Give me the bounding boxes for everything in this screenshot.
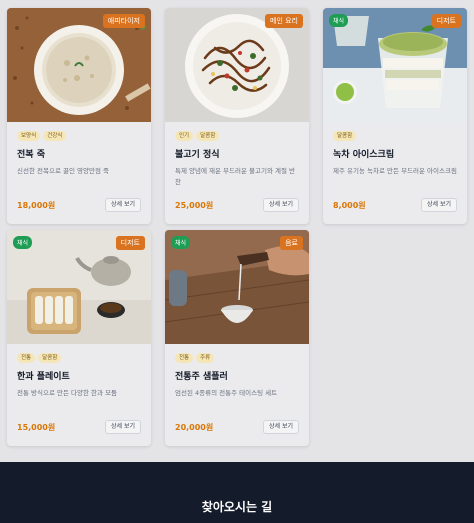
category-badge: 음료: [280, 236, 303, 250]
menu-item-photo: 채식 디저트: [323, 8, 467, 122]
category-badge: 애피타이저: [102, 14, 145, 28]
menu-item-price: 18,000원: [17, 201, 56, 210]
tag: 건강식: [43, 131, 67, 141]
menu-card: 채식 디저트 달콤함 녹차 아이스크림 제주 유기농 녹차로 만든 부드러운 아…: [323, 8, 467, 224]
tag-list: 전통 주류: [175, 353, 299, 363]
tag: 인기: [175, 131, 194, 141]
vegetarian-badge: 채식: [171, 236, 191, 249]
tag: 달콤함: [196, 131, 220, 141]
tag: 전통: [17, 353, 36, 363]
menu-item-title: 전통주 샘플러: [175, 372, 228, 382]
menu-card: 채식 디저트 전통 달콤함 한과 플레이트 전통 방식으로 만든 다양한 한과 …: [7, 230, 151, 446]
menu-item-photo: 메인 요리: [165, 8, 309, 122]
menu-item-price: 15,000원: [17, 423, 56, 432]
menu-card: 애피타이저 보양식 건강식 전복 죽 신선한 전복으로 끓인 영양만점 죽 18…: [7, 8, 151, 224]
tag: 보양식: [17, 131, 41, 141]
detail-button[interactable]: 상세 보기: [105, 420, 141, 434]
vegetarian-badge: 채식: [329, 14, 349, 27]
menu-card-body: 달콤함 녹차 아이스크림 제주 유기농 녹차로 만든 부드러운 아이스크림 8,…: [323, 122, 467, 224]
menu-item-title: 불고기 정식: [175, 150, 220, 160]
menu-item-price: 25,000원: [175, 201, 214, 210]
detail-button[interactable]: 상세 보기: [105, 198, 141, 212]
menu-item-title: 한과 플레이트: [17, 372, 70, 382]
tag-list: 인기 달콤함: [175, 131, 299, 141]
detail-button[interactable]: 상세 보기: [263, 420, 299, 434]
category-badge: 메인 요리: [265, 14, 303, 28]
directions-section: 찾아오시는 길: [0, 462, 474, 523]
tag-list: 달콤함: [333, 131, 457, 141]
menu-item-description: 신선한 전복으로 끓인 영양만점 죽: [17, 167, 109, 175]
menu-item-photo: 채식 음료: [165, 230, 309, 344]
directions-title: 찾아오시는 길: [201, 500, 273, 514]
tag: 주류: [196, 353, 215, 363]
category-badge: 디저트: [115, 236, 145, 250]
detail-button[interactable]: 상세 보기: [421, 198, 457, 212]
menu-card-body: 보양식 건강식 전복 죽 신선한 전복으로 끓인 영양만점 죽 18,000원 …: [7, 122, 151, 224]
menu-item-price: 20,000원: [175, 423, 214, 432]
menu-item-price: 8,000원: [333, 201, 366, 210]
tag-list: 보양식 건강식: [17, 131, 141, 141]
menu-item-title: 녹차 아이스크림: [333, 150, 395, 160]
menu-item-description: 전통 방식으로 만든 다양한 한과 모둠: [17, 389, 118, 397]
tag: 달콤함: [333, 131, 357, 141]
menu-item-description: 제주 유기농 녹차로 만든 부드러운 아이스크림: [333, 167, 457, 175]
menu-item-description: 특제 양념에 재운 부드러운 불고기와 계절 반찬: [175, 167, 296, 186]
category-badge: 디저트: [431, 14, 461, 28]
tag-list: 전통 달콤함: [17, 353, 141, 363]
menu-card-body: 인기 달콤함 불고기 정식 특제 양념에 재운 부드러운 불고기와 계절 반찬 …: [165, 122, 309, 224]
tag: 달콤함: [38, 353, 62, 363]
menu-card-body: 전통 달콤함 한과 플레이트 전통 방식으로 만든 다양한 한과 모둠 15,0…: [7, 344, 151, 446]
menu-card: 메인 요리 인기 달콤함 불고기 정식 특제 양념에 재운 부드러운 불고기와 …: [165, 8, 309, 224]
menu-card-body: 전통 주류 전통주 샘플러 엄선된 4종류의 전통주 테이스팅 세트 20,00…: [165, 344, 309, 446]
menu-item-description: 엄선된 4종류의 전통주 테이스팅 세트: [175, 389, 278, 397]
tag: 전통: [175, 353, 194, 363]
menu-item-photo: 채식 디저트: [7, 230, 151, 344]
menu-item-photo: 애피타이저: [7, 8, 151, 122]
menu-item-title: 전복 죽: [17, 150, 45, 160]
vegetarian-badge: 채식: [13, 236, 33, 249]
menu-card: 채식 음료 전통 주류 전통주 샘플러 엄선된 4종류의 전통주 테이스팅 세트…: [165, 230, 309, 446]
detail-button[interactable]: 상세 보기: [263, 198, 299, 212]
